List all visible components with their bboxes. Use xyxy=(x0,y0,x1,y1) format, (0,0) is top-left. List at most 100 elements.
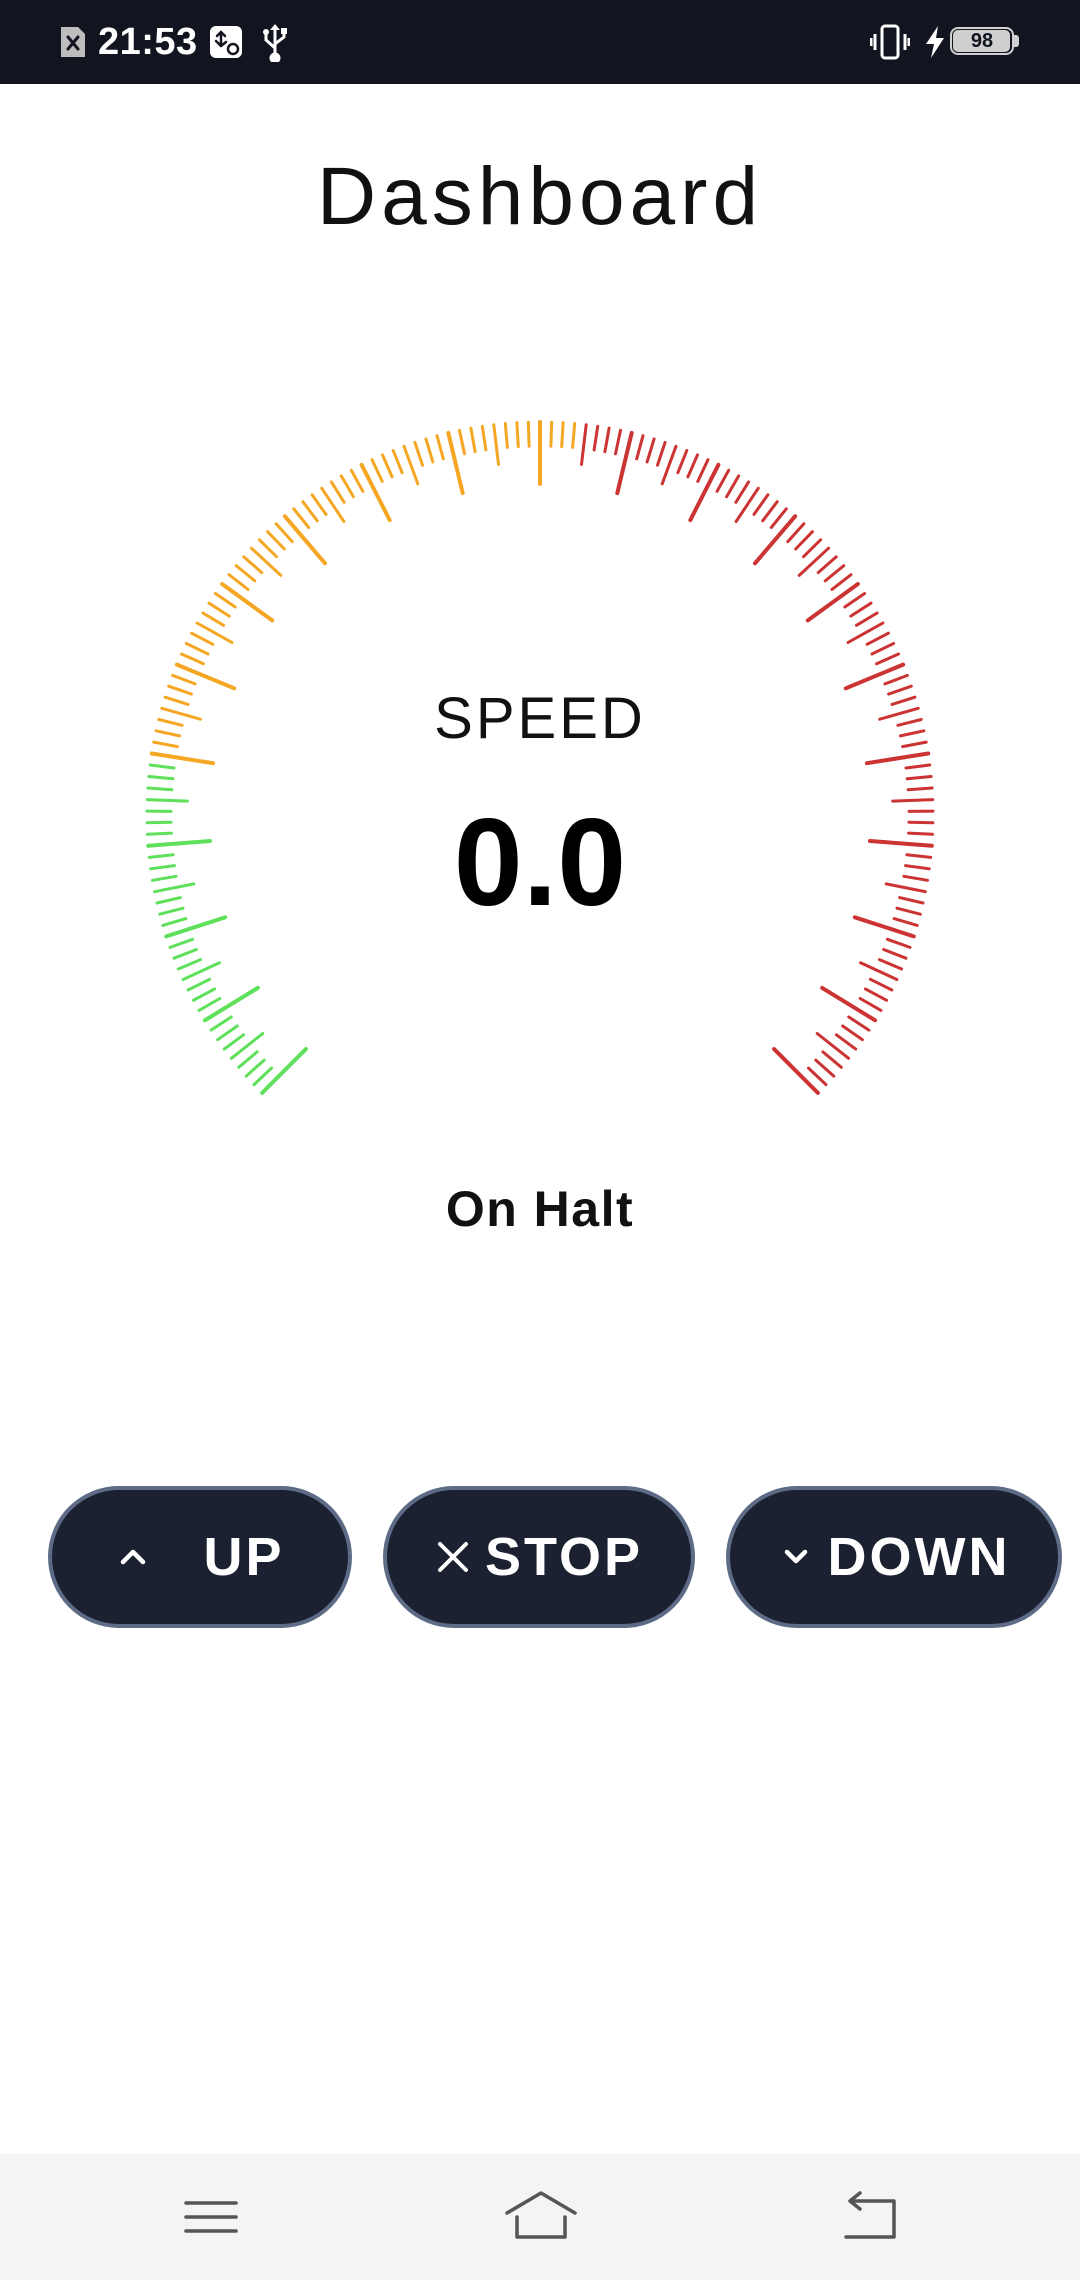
gauge-tick xyxy=(480,424,488,452)
gauge-tick xyxy=(905,775,933,781)
gauge-tick xyxy=(847,1015,871,1032)
status-bar: 21:53 98 xyxy=(0,0,1080,84)
gauge-tick xyxy=(883,673,909,686)
gauge-tick xyxy=(274,522,294,544)
gauge-tick xyxy=(180,652,205,666)
gauge-tick xyxy=(424,437,435,464)
gauge-tick xyxy=(320,486,346,523)
gauge-tick xyxy=(237,1050,259,1069)
close-icon xyxy=(437,1542,468,1572)
gauge-tick xyxy=(807,1066,828,1087)
gauge-tick xyxy=(526,420,531,448)
home-icon[interactable] xyxy=(501,2187,581,2247)
up-button[interactable]: UP xyxy=(48,1486,352,1628)
gauge-tick xyxy=(815,1032,851,1060)
gauge-tick xyxy=(635,434,645,461)
gauge-tick xyxy=(184,642,210,656)
gauge-tick xyxy=(242,555,264,575)
gauge-tick xyxy=(843,592,867,609)
battery-level: 98 xyxy=(970,30,994,52)
gauge-tick xyxy=(458,428,466,456)
gauge-tick xyxy=(769,507,788,529)
gauge-tick xyxy=(794,530,814,551)
status-time: 21:53 xyxy=(98,21,198,63)
stop-button-label: STOP xyxy=(484,1527,644,1587)
gauge-label: SPEED xyxy=(434,686,646,751)
gauge-tick xyxy=(186,977,212,992)
chevron-up-icon xyxy=(121,1549,146,1565)
gauge-tick xyxy=(734,480,751,504)
gauge-tick xyxy=(868,977,894,992)
gauge-tick xyxy=(229,1032,265,1060)
gauge-tick xyxy=(339,474,355,499)
gauge-tick xyxy=(171,673,197,686)
gauge-dial xyxy=(145,420,935,1095)
gauge-tick xyxy=(146,786,174,792)
gauge-tick xyxy=(786,522,806,544)
gauge-tick xyxy=(592,424,600,452)
menu-icon[interactable] xyxy=(171,2187,251,2247)
gauge-tick xyxy=(863,987,889,1002)
gauge-tick xyxy=(715,468,731,493)
gauge-tick xyxy=(676,449,689,475)
gauge-tick xyxy=(560,421,565,449)
gauge-tick xyxy=(841,1024,864,1042)
gauge-tick xyxy=(209,1015,233,1032)
gauge-tick xyxy=(816,555,838,575)
gauge-tick xyxy=(266,530,286,551)
gauge-tick xyxy=(580,423,588,466)
gauge-tick xyxy=(761,500,779,523)
gauge-tick xyxy=(814,1058,836,1078)
gauge-tick xyxy=(469,426,477,454)
charging-icon xyxy=(926,26,944,58)
gauge-tick xyxy=(878,958,904,971)
gauge-tick xyxy=(176,958,202,971)
chevron-down-icon xyxy=(784,1549,807,1564)
gauge-major-tick xyxy=(359,462,392,523)
page-title: Dashboard xyxy=(316,151,764,242)
gauge-tick xyxy=(257,538,278,559)
stop-button[interactable]: STOP xyxy=(383,1486,695,1628)
up-button-label: UP xyxy=(203,1527,285,1587)
gauge-tick xyxy=(329,480,346,504)
gauge-tick xyxy=(875,652,900,666)
gauge-tick xyxy=(882,948,908,960)
gauge-tick xyxy=(821,1050,843,1069)
back-icon[interactable] xyxy=(830,2187,910,2247)
gauge-tick xyxy=(172,948,198,960)
gauge-value: 0.0 xyxy=(453,794,627,932)
gauge-tick xyxy=(656,440,667,467)
motion-status: On Halt xyxy=(445,1181,635,1237)
gauge-major-tick xyxy=(149,751,216,766)
gauge-major-tick xyxy=(688,462,721,523)
gauge-tick xyxy=(370,458,384,483)
gauge-tick xyxy=(310,493,328,516)
gauge-tick xyxy=(549,420,554,448)
gauge-tick xyxy=(503,422,509,449)
gauge-tick xyxy=(571,422,577,449)
system-nav-bar xyxy=(0,2154,1080,2280)
gauge-tick xyxy=(249,546,283,577)
gauge-tick xyxy=(381,453,394,479)
gauge-tick xyxy=(858,997,883,1012)
gauge-tick xyxy=(830,573,853,591)
gauge-tick xyxy=(190,631,215,646)
usb-icon xyxy=(263,24,287,62)
gauge-tick xyxy=(870,642,896,656)
speed-gauge: SPEED 0.0 xyxy=(0,330,1080,1190)
gauge-tick xyxy=(391,449,404,475)
down-button-label: DOWN xyxy=(827,1527,1011,1587)
gauge-tick xyxy=(849,601,873,618)
sim-blocked-icon xyxy=(61,27,85,57)
usb-debug-icon xyxy=(210,26,242,58)
gauge-tick xyxy=(222,1033,246,1051)
gauge-tick xyxy=(147,775,175,781)
gauge-tick xyxy=(168,937,195,949)
down-button[interactable]: DOWN xyxy=(726,1486,1062,1628)
gauge-tick xyxy=(752,493,770,516)
gauge-tick xyxy=(660,444,678,486)
gauge-tick xyxy=(823,564,846,583)
gauge-tick xyxy=(349,468,365,493)
gauge-tick xyxy=(252,1066,273,1087)
gauge-tick xyxy=(802,538,823,559)
